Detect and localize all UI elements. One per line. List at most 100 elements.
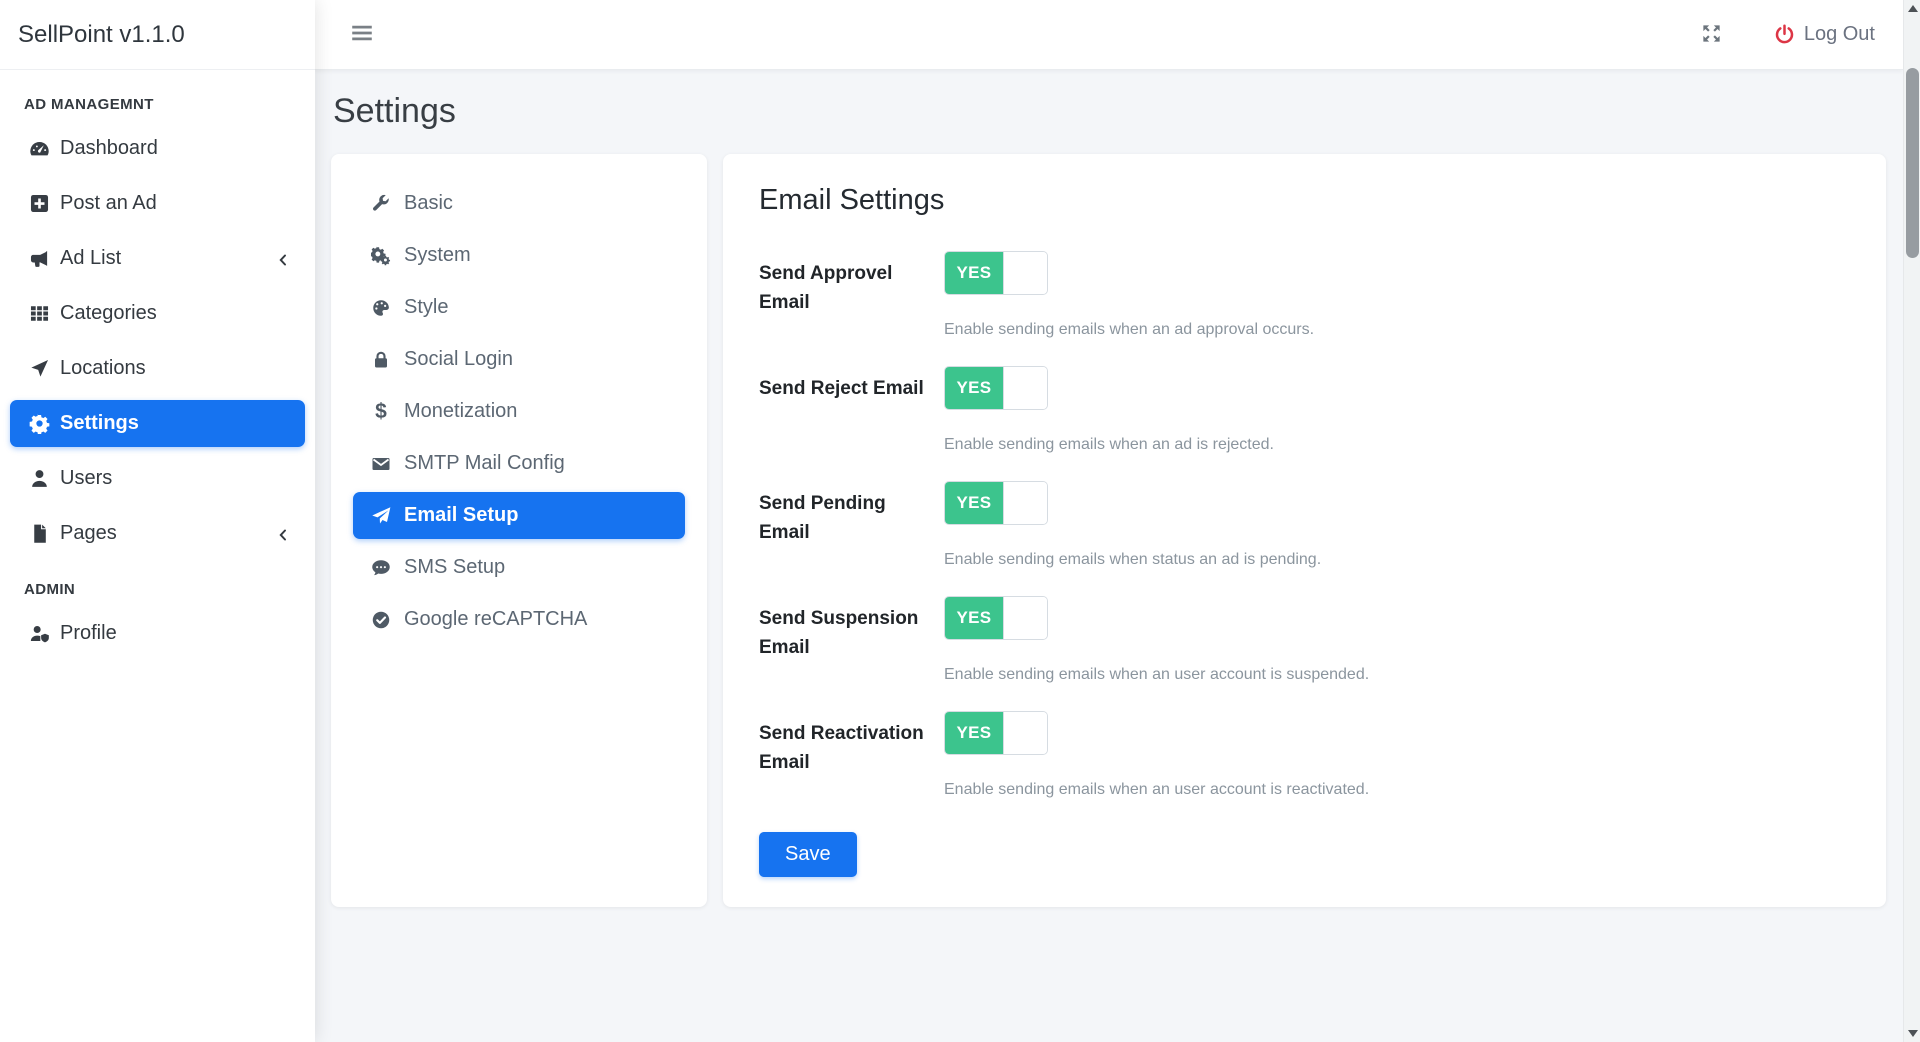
setting-help: Enable sending emails when an ad approva… <box>944 321 1315 338</box>
expand-arrows-icon <box>1701 23 1722 47</box>
toggle-knob <box>1003 712 1047 754</box>
tachometer-icon <box>27 138 51 160</box>
sidebar-item-dashboard[interactable]: Dashboard <box>10 125 305 172</box>
sidebar-item-locations[interactable]: Locations <box>10 345 305 392</box>
user-icon <box>27 468 51 490</box>
app-window: SellPoint v1.1.0 AD MANAGEMNT Dashboard … <box>0 0 1920 1042</box>
plus-square-icon <box>27 193 51 215</box>
toggle-send-reject-email[interactable]: YES <box>944 366 1048 410</box>
toggle-state-label: YES <box>945 712 1003 754</box>
setting-row-send-approvel-email: Send Approvel Email YES Enable sending e… <box>759 251 1850 339</box>
settings-nav-item-social-login[interactable]: Social Login <box>353 336 685 383</box>
toggle-knob <box>1003 482 1047 524</box>
chevron-left-icon <box>275 251 291 267</box>
settings-nav-item-smtp-mail-config[interactable]: SMTP Mail Config <box>353 440 685 487</box>
setting-row-send-reject-email: Send Reject Email YES Enable sending ema… <box>759 366 1850 454</box>
toggle-state-label: YES <box>945 597 1003 639</box>
location-arrow-icon <box>27 358 51 380</box>
scroll-down-arrow[interactable] <box>1904 1025 1920 1042</box>
scroll-up-arrow[interactable] <box>1904 0 1920 17</box>
triangle-down-icon <box>1907 1030 1918 1037</box>
brand-title: SellPoint v1.1.0 <box>18 20 185 48</box>
toggle-knob <box>1003 597 1047 639</box>
toggle-send-approvel-email[interactable]: YES <box>944 251 1048 295</box>
gear-icon <box>27 413 51 435</box>
triangle-up-icon <box>1907 5 1918 12</box>
wrench-icon <box>369 193 393 215</box>
sidebar-section-heading-admin: ADMIN <box>24 581 76 598</box>
setting-help: Enable sending emails when an user accou… <box>944 666 1370 683</box>
settings-nav-label: Monetization <box>404 400 518 422</box>
settings-nav-item-system[interactable]: System <box>353 232 685 279</box>
sidebar-item-label: Profile <box>60 622 117 644</box>
settings-nav-item-basic[interactable]: Basic <box>353 180 685 227</box>
setting-row-send-suspension-email: Send Suspension Email YES Enable sending… <box>759 596 1850 684</box>
sidebar-item-settings[interactable]: Settings <box>10 400 305 447</box>
sidebar-item-pages[interactable]: Pages <box>10 510 305 557</box>
sidebar-item-label: Settings <box>60 412 139 434</box>
sidebar-item-ad-list[interactable]: Ad List <box>10 235 305 282</box>
settings-nav-label: Email Setup <box>404 504 519 526</box>
lock-icon <box>369 349 393 371</box>
settings-nav-label: SMTP Mail Config <box>404 452 565 474</box>
settings-nav-label: Style <box>404 296 449 318</box>
grid-icon <box>27 303 51 325</box>
logout-button[interactable]: Log Out <box>1774 23 1875 46</box>
setting-label: Send Reactivation Email <box>759 723 924 773</box>
toggle-send-suspension-email[interactable]: YES <box>944 596 1048 640</box>
email-settings-panel: Email Settings Send Approvel Email YES E… <box>723 154 1886 907</box>
scrollbar[interactable] <box>1903 0 1920 1042</box>
comment-dots-icon <box>369 557 393 579</box>
power-icon <box>1774 24 1795 45</box>
topbar-actions: Log Out <box>1701 23 1875 47</box>
toggle-send-reactivation-email[interactable]: YES <box>944 711 1048 755</box>
setting-label: Send Approvel Email <box>759 263 893 313</box>
check-circle-icon <box>369 609 393 631</box>
settings-nav-item-style[interactable]: Style <box>353 284 685 331</box>
sidebar-item-users[interactable]: Users <box>10 455 305 502</box>
settings-nav-item-sms-setup[interactable]: SMS Setup <box>353 544 685 591</box>
settings-nav-item-monetization[interactable]: $ Monetization <box>353 388 685 435</box>
scroll-thumb[interactable] <box>1906 68 1919 258</box>
panel-title: Email Settings <box>759 184 945 216</box>
settings-nav-card: Basic System Style Social Login $ Moneti… <box>331 154 707 907</box>
paper-plane-icon <box>369 505 393 527</box>
file-icon <box>27 523 51 545</box>
settings-nav-label: Google reCAPTCHA <box>404 608 588 630</box>
sidebar-item-label: Categories <box>60 302 157 324</box>
main-content: Settings Basic System Style Social Login… <box>315 70 1903 1042</box>
brand[interactable]: SellPoint v1.1.0 <box>0 0 315 70</box>
hamburger-icon <box>351 23 373 46</box>
setting-row-send-reactivation-email: Send Reactivation Email YES Enable sendi… <box>759 711 1850 799</box>
palette-icon <box>369 297 393 319</box>
sidebar-item-profile[interactable]: Profile <box>10 610 305 657</box>
logout-label: Log Out <box>1803 23 1875 45</box>
settings-nav-item-google-recaptcha[interactable]: Google reCAPTCHA <box>353 596 685 643</box>
envelope-icon <box>369 453 393 475</box>
toggle-knob <box>1003 252 1047 294</box>
settings-nav-label: Social Login <box>404 348 513 370</box>
sidebar-item-categories[interactable]: Categories <box>10 290 305 337</box>
settings-nav-label: Basic <box>404 192 453 214</box>
bullhorn-icon <box>27 248 51 270</box>
sidebar-nav: AD MANAGEMNT Dashboard Post an Ad Ad Lis… <box>0 70 315 657</box>
save-button[interactable]: Save <box>759 832 857 877</box>
sidebar-item-label: Post an Ad <box>60 192 157 214</box>
topbar: Log Out <box>315 0 1903 70</box>
dollar-icon: $ <box>375 399 387 423</box>
setting-label: Send Pending Email <box>759 493 886 543</box>
sidebar-item-label: Locations <box>60 357 146 379</box>
sidebar-item-post-an-ad[interactable]: Post an Ad <box>10 180 305 227</box>
fullscreen-button[interactable] <box>1701 23 1722 47</box>
menu-toggle-button[interactable] <box>351 23 373 46</box>
toggle-knob <box>1003 367 1047 409</box>
sidebar-item-label: Dashboard <box>60 137 158 159</box>
setting-label: Send Reject Email <box>759 378 924 399</box>
setting-label: Send Suspension Email <box>759 608 919 658</box>
sidebar-item-label: Users <box>60 467 113 489</box>
user-shield-icon <box>27 623 51 645</box>
toggle-send-pending-email[interactable]: YES <box>944 481 1048 525</box>
cogs-icon <box>369 245 393 267</box>
settings-nav-item-email-setup[interactable]: Email Setup <box>353 492 685 539</box>
sidebar-item-label: Ad List <box>60 247 122 269</box>
